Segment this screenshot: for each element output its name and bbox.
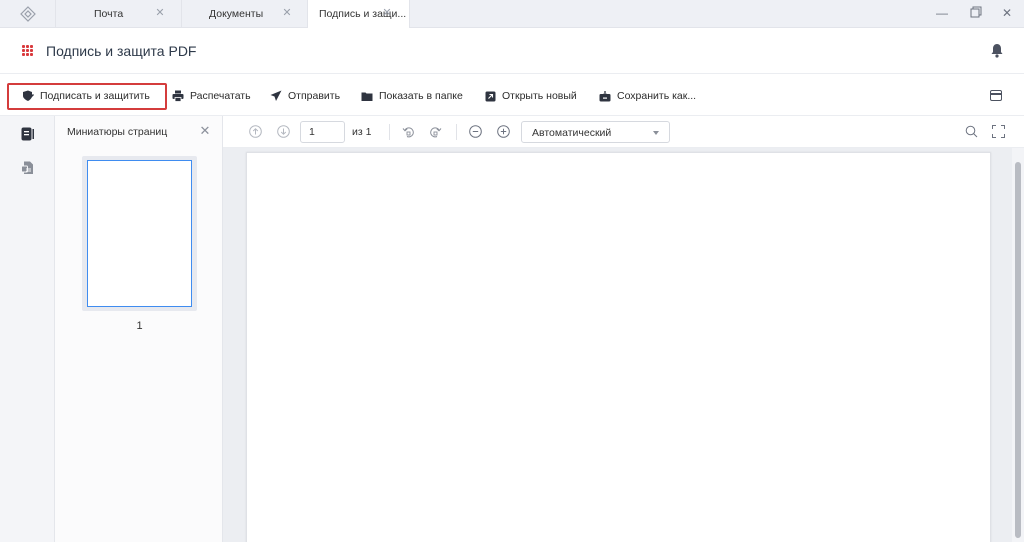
- divider: [389, 124, 390, 140]
- pdf-page[interactable]: [246, 152, 991, 542]
- document-viewport[interactable]: [223, 148, 1024, 542]
- rotate-left-icon[interactable]: [402, 125, 415, 138]
- page-thumbnail[interactable]: [82, 156, 197, 311]
- scrollbar-thumb[interactable]: [1015, 162, 1021, 538]
- save-as-label: Сохранить как...: [617, 90, 697, 102]
- show-in-folder-label: Показать в папке: [379, 90, 463, 102]
- signatures-panel-icon[interactable]: [21, 161, 34, 175]
- close-icon[interactable]: ✕: [281, 7, 293, 19]
- divider: [456, 124, 457, 140]
- page-title: Подпись и защита PDF: [46, 43, 197, 59]
- zoom-select[interactable]: Автоматический: [521, 121, 670, 143]
- print-button[interactable]: Распечатать: [172, 88, 251, 104]
- thumbnails-title: Миниатюры страниц: [67, 126, 168, 138]
- rotate-right-icon[interactable]: [429, 125, 442, 138]
- page-count-label: из 1: [352, 126, 372, 138]
- next-page-icon[interactable]: [277, 125, 290, 138]
- bell-icon[interactable]: [990, 43, 1004, 58]
- tab-label: Почта: [94, 8, 124, 20]
- tab-mail[interactable]: Почта ✕: [56, 0, 182, 28]
- thumbnail-page: [87, 160, 192, 307]
- fullscreen-icon[interactable]: [992, 125, 1005, 138]
- open-new-button[interactable]: Открыть новый: [485, 88, 577, 104]
- tab-label: Документы: [209, 8, 264, 20]
- page-number-input[interactable]: [300, 121, 345, 143]
- thumbnail-page-number: 1: [136, 320, 143, 332]
- restore-icon[interactable]: [969, 6, 983, 20]
- app-header: Подпись и защита PDF: [0, 28, 1024, 74]
- zoom-in-icon[interactable]: [497, 125, 510, 138]
- zoom-value: Автоматический: [532, 127, 612, 139]
- save-as-button[interactable]: Сохранить как...: [599, 88, 696, 104]
- viewer-toolbar: из 1 Автоматический: [223, 116, 1024, 148]
- close-icon[interactable]: ✕: [1000, 6, 1014, 20]
- print-label: Распечатать: [190, 90, 251, 102]
- app-logo-icon: [19, 6, 36, 22]
- paper-plane-icon: [270, 90, 282, 101]
- side-rail: [0, 116, 55, 542]
- send-label: Отправить: [288, 90, 341, 102]
- tab-sign-protect[interactable]: Подпись и защи... ✕: [308, 0, 410, 28]
- open-external-icon: [485, 91, 496, 101]
- folder-icon: [361, 92, 373, 101]
- layout-panel-icon[interactable]: [990, 90, 1002, 101]
- search-icon[interactable]: [965, 125, 978, 138]
- minimize-icon[interactable]: —: [935, 6, 949, 20]
- app-logo[interactable]: [0, 0, 56, 28]
- sign-protect-label: Подписать и защитить: [40, 90, 150, 102]
- close-icon[interactable]: ✕: [198, 124, 212, 138]
- previous-page-icon[interactable]: [249, 125, 262, 138]
- send-button[interactable]: Отправить: [270, 88, 340, 104]
- close-icon[interactable]: ✕: [154, 7, 166, 19]
- printer-icon: [172, 90, 184, 102]
- thumbnails-panel: Миниатюры страниц ✕ 1: [55, 116, 223, 542]
- open-new-label: Открыть новый: [502, 90, 577, 102]
- show-in-folder-button[interactable]: Показать в папке: [361, 88, 463, 104]
- action-toolbar: Подписать и защитить Распечатать Отправи…: [0, 75, 1024, 116]
- apps-grid-icon[interactable]: [22, 45, 33, 56]
- tab-label: Подпись и защи...: [319, 8, 407, 20]
- vertical-scrollbar[interactable]: [1012, 148, 1024, 542]
- close-icon[interactable]: ✕: [381, 7, 393, 19]
- save-icon: [599, 90, 611, 101]
- sign-protect-button[interactable]: Подписать и защитить: [22, 88, 150, 104]
- thumbnails-panel-icon[interactable]: [21, 127, 34, 141]
- chevron-down-icon: [653, 131, 659, 135]
- tab-documents[interactable]: Документы ✕: [182, 0, 308, 28]
- tab-bar: Почта ✕ Документы ✕ Подпись и защи... ✕ …: [0, 0, 1024, 28]
- zoom-out-icon[interactable]: [469, 125, 482, 138]
- shield-pen-icon: [23, 90, 34, 101]
